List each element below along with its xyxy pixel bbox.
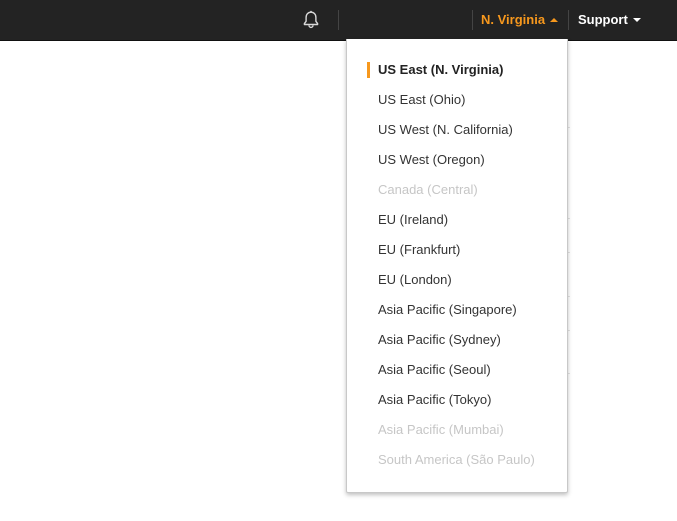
caret-up-icon: [550, 17, 559, 22]
region-item-asia-pacific-singapore[interactable]: Asia Pacific (Singapore): [347, 295, 567, 325]
region-item-eu-ireland[interactable]: EU (Ireland): [347, 205, 567, 235]
divider: [472, 10, 473, 30]
region-item-label: US West (Oregon): [378, 152, 485, 167]
region-item-label: South America (São Paulo): [378, 452, 535, 467]
region-item-us-east-n-virginia[interactable]: US East (N. Virginia): [347, 55, 567, 85]
region-item-label: Asia Pacific (Mumbai): [378, 422, 504, 437]
region-item-label: US West (N. California): [378, 122, 513, 137]
region-selector-button[interactable]: N. Virginia: [481, 12, 559, 27]
region-item-label: US East (N. Virginia): [378, 62, 504, 77]
region-item-us-east-ohio[interactable]: US East (Ohio): [347, 85, 567, 115]
region-item-label: Asia Pacific (Sydney): [378, 332, 501, 347]
region-dropdown-menu: US East (N. Virginia) US East (Ohio) US We…: [346, 39, 568, 493]
region-item-south-america-s-o-paulo: South America (São Paulo): [347, 445, 567, 475]
region-item-canada-central: Canada (Central): [347, 175, 567, 205]
region-item-label: Asia Pacific (Seoul): [378, 362, 491, 377]
divider: [338, 10, 339, 30]
divider: [568, 10, 569, 30]
support-menu-button[interactable]: Support: [578, 12, 641, 27]
top-navigation-bar: N. Virginia Support: [0, 0, 677, 40]
region-item-us-west-oregon[interactable]: US West (Oregon): [347, 145, 567, 175]
region-item-label: Asia Pacific (Tokyo): [378, 392, 492, 407]
region-item-eu-london[interactable]: EU (London): [347, 265, 567, 295]
region-item-label: Asia Pacific (Singapore): [378, 302, 517, 317]
region-item-eu-frankfurt[interactable]: EU (Frankfurt): [347, 235, 567, 265]
bell-icon-graphic: [303, 10, 319, 29]
region-item-label: EU (Ireland): [378, 212, 449, 227]
region-item-label: Canada (Central): [378, 182, 478, 197]
region-item-asia-pacific-mumbai: Asia Pacific (Mumbai): [347, 415, 567, 445]
bell-icon[interactable]: [300, 9, 322, 31]
region-item-label: EU (Frankfurt): [378, 242, 461, 257]
support-menu-label: Support: [578, 12, 628, 27]
region-item-asia-pacific-tokyo[interactable]: Asia Pacific (Tokyo): [347, 385, 567, 415]
region-item-asia-pacific-seoul[interactable]: Asia Pacific (Seoul): [347, 355, 567, 385]
region-item-asia-pacific-sydney[interactable]: Asia Pacific (Sydney): [347, 325, 567, 355]
caret-down-icon: [632, 17, 641, 22]
selected-indicator: [367, 62, 370, 78]
region-item-label: US East (Ohio): [378, 92, 466, 107]
region-list: US East (N. Virginia) US East (Ohio) US We…: [347, 55, 567, 475]
region-item-us-west-n-california[interactable]: US West (N. California): [347, 115, 567, 145]
region-item-label: EU (London): [378, 272, 452, 287]
region-selector-label: N. Virginia: [481, 12, 546, 27]
